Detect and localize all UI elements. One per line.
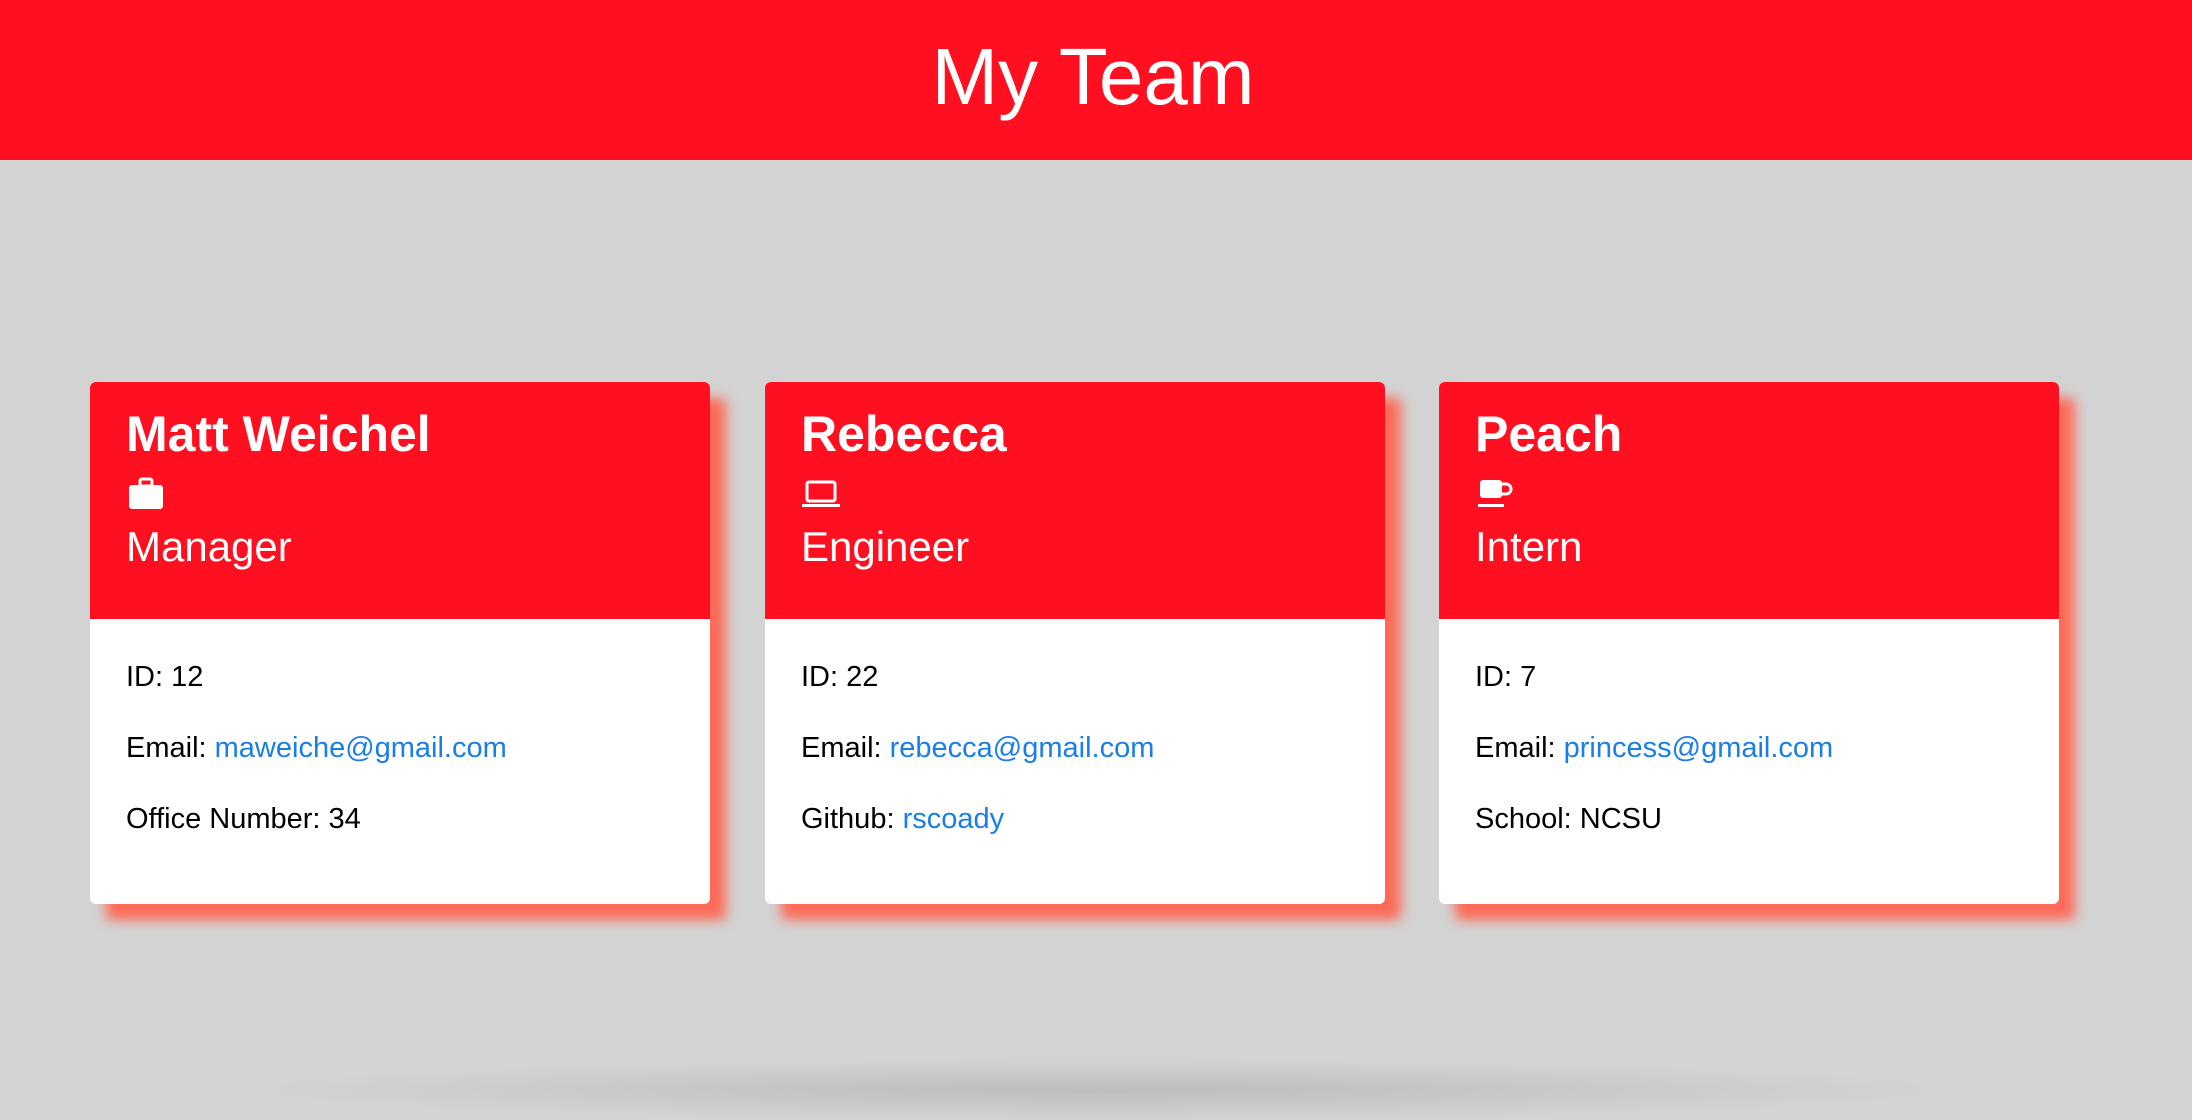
office-number-label: Office Number:	[126, 803, 329, 835]
employee-card-engineer: Rebecca Engineer ID: 22 Email: rebecca@g…	[765, 382, 1385, 904]
id-value: 7	[1520, 661, 1537, 693]
email-link[interactable]: rebecca@gmail.com	[890, 732, 1155, 764]
card-header: Peach Intern	[1439, 382, 2059, 619]
school-label: School:	[1475, 803, 1580, 835]
card-header: Matt Weichel Manager	[90, 382, 710, 619]
email-line: Email: rebecca@gmail.com	[801, 730, 1349, 801]
id-line: ID: 12	[126, 659, 674, 730]
email-line: Email: princess@gmail.com	[1475, 730, 2023, 801]
github-label: Github:	[801, 803, 903, 835]
email-label: Email:	[801, 732, 890, 764]
email-label: Email:	[126, 732, 215, 764]
page-header: My Team	[0, 0, 2192, 160]
card-body: ID: 22 Email: rebecca@gmail.com Github: …	[765, 619, 1385, 872]
employee-name: Peach	[1475, 406, 1623, 462]
id-label: ID:	[801, 661, 847, 693]
employee-name: Matt Weichel	[126, 406, 431, 462]
mug-icon	[1478, 480, 1513, 507]
page-title: My Team	[931, 32, 1255, 121]
github-line: Github: rscoady	[801, 801, 1349, 872]
card-body: ID: 12 Email: maweiche@gmail.com Office …	[90, 619, 710, 872]
employee-role: Engineer	[801, 523, 970, 570]
office-number-line: Office Number: 34	[126, 801, 674, 872]
id-value: 22	[846, 661, 879, 693]
id-label: ID:	[1475, 661, 1521, 693]
card-body: ID: 7 Email: princess@gmail.com School: …	[1439, 619, 2059, 872]
email-link[interactable]: maweiche@gmail.com	[215, 732, 507, 764]
email-link[interactable]: princess@gmail.com	[1564, 732, 1834, 764]
office-number-value: 34	[328, 803, 361, 835]
school-line: School: NCSU	[1475, 801, 2023, 872]
id-line: ID: 22	[801, 659, 1349, 730]
email-line: Email: maweiche@gmail.com	[126, 730, 674, 801]
employee-card-intern: Peach Intern ID: 7 Email: princess@gmail…	[1439, 382, 2059, 904]
id-value: 12	[171, 661, 204, 693]
github-link[interactable]: rscoady	[903, 803, 1005, 835]
id-line: ID: 7	[1475, 659, 2023, 730]
employee-role: Intern	[1475, 523, 1583, 570]
school-value: NCSU	[1579, 803, 1662, 835]
id-label: ID:	[126, 661, 172, 693]
briefcase-icon	[129, 477, 163, 509]
email-label: Email:	[1475, 732, 1564, 764]
employee-card-manager: Matt Weichel Manager ID: 12 Email: mawei…	[90, 382, 710, 904]
laptop-icon	[802, 480, 840, 507]
bottom-shadow	[250, 1060, 1950, 1120]
card-header: Rebecca Engineer	[765, 382, 1385, 619]
employee-role: Manager	[126, 523, 292, 570]
employee-name: Rebecca	[801, 406, 1007, 462]
